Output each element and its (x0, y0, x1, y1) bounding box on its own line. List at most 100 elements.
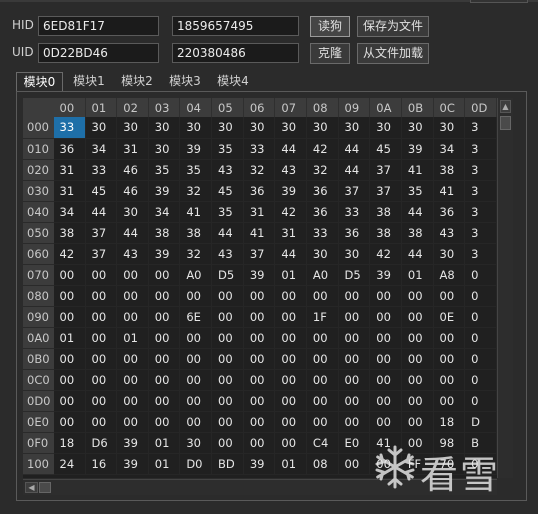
hex-cell[interactable]: 35 (401, 180, 434, 202)
hex-cell[interactable]: 00 (211, 432, 244, 454)
hex-cell[interactable]: 30 (274, 117, 307, 139)
hex-cell[interactable]: 00 (401, 327, 434, 349)
hex-cell[interactable]: 0 (464, 306, 497, 328)
hex-cell[interactable]: 30 (369, 117, 402, 139)
hex-cell[interactable]: 00 (243, 390, 276, 412)
hex-cell[interactable]: 00 (274, 348, 307, 370)
hex-cell[interactable]: 37 (85, 222, 118, 244)
hex-cell[interactable]: 00 (85, 390, 118, 412)
hex-cell[interactable]: 00 (179, 390, 213, 412)
hex-cell[interactable]: 00 (211, 369, 244, 391)
hex-cell[interactable]: 00 (338, 453, 371, 475)
hex-cell[interactable]: 00 (433, 348, 466, 370)
hex-cell[interactable]: 01 (274, 453, 307, 475)
hex-cell[interactable]: D0 (179, 453, 213, 475)
hex-cell[interactable]: 00 (369, 369, 402, 391)
hex-cell[interactable]: 01 (148, 432, 181, 454)
hex-cell[interactable]: 38 (369, 222, 402, 244)
hex-cell[interactable]: 37 (243, 243, 276, 265)
vertical-scroll-thumb[interactable] (500, 116, 511, 130)
hex-cell[interactable]: E0 (338, 432, 371, 454)
arrow-left-icon[interactable]: ◀ (25, 482, 38, 493)
hex-cell[interactable]: 41 (401, 159, 434, 181)
hex-cell[interactable]: 01 (148, 453, 181, 475)
hex-cell[interactable]: 00 (53, 264, 86, 286)
hex-cell[interactable]: 1F (306, 306, 339, 328)
hex-cell[interactable]: 18 (53, 432, 86, 454)
hex-cell[interactable]: 3 (464, 159, 497, 181)
hex-cell[interactable]: 00 (306, 411, 339, 433)
hex-cell[interactable]: 00 (211, 411, 244, 433)
read-dongle-button[interactable]: 读狗 (310, 16, 350, 37)
hex-cell[interactable]: 00 (401, 369, 434, 391)
hex-cell[interactable]: 00 (433, 369, 466, 391)
hex-cell[interactable]: 36 (338, 222, 371, 244)
hex-cell[interactable]: 3 (464, 117, 497, 139)
hex-cell[interactable]: 31 (116, 138, 149, 160)
hex-cell[interactable]: 34 (148, 201, 181, 223)
tab-module-2[interactable]: 模块2 (113, 72, 161, 92)
hex-cell[interactable]: 6E (179, 306, 213, 328)
hex-cell[interactable]: 00 (243, 327, 276, 349)
hex-cell[interactable]: 42 (274, 201, 307, 223)
hex-cell[interactable]: 00 (274, 432, 307, 454)
hex-cell[interactable]: 32 (179, 180, 213, 202)
window-top-button[interactable] (470, 0, 528, 3)
hex-cell[interactable]: 44 (338, 159, 371, 181)
hex-cell[interactable]: 38 (53, 222, 86, 244)
hex-cell[interactable]: 00 (338, 285, 371, 307)
hex-cell[interactable]: 00 (338, 390, 371, 412)
hex-cell[interactable]: 39 (243, 264, 276, 286)
hex-cell[interactable]: 00 (211, 306, 244, 328)
hex-cell[interactable]: 00 (243, 369, 276, 391)
tab-module-1[interactable]: 模块1 (65, 72, 113, 92)
hex-cell[interactable]: 3 (464, 222, 497, 244)
hex-cell[interactable]: D5 (338, 264, 371, 286)
hex-cell[interactable]: 36 (306, 180, 339, 202)
hex-cell[interactable]: 41 (433, 180, 466, 202)
hex-cell[interactable]: 00 (274, 327, 307, 349)
tab-module-0[interactable]: 模块0 (16, 72, 63, 92)
hex-cell[interactable]: 34 (53, 201, 86, 223)
hex-cell[interactable]: 43 (211, 159, 244, 181)
hex-cell[interactable]: 37 (338, 180, 371, 202)
hex-cell[interactable]: 30 (179, 432, 213, 454)
hex-cell[interactable]: 00 (211, 348, 244, 370)
hex-cell[interactable]: 00 (148, 411, 181, 433)
hex-cell[interactable]: 42 (369, 243, 402, 265)
hex-cell[interactable]: 30 (306, 243, 339, 265)
hex-cell[interactable]: 45 (85, 180, 118, 202)
hex-cell[interactable]: 33 (53, 117, 86, 139)
hex-cell[interactable]: 00 (433, 390, 466, 412)
hex-cell[interactable]: 01 (53, 327, 86, 349)
hex-cell[interactable]: 00 (401, 285, 434, 307)
hex-cell[interactable]: 00 (401, 411, 434, 433)
tab-module-4[interactable]: 模块4 (209, 72, 257, 92)
hex-cell[interactable]: 00 (148, 348, 181, 370)
hex-cell[interactable]: 08 (306, 453, 339, 475)
hex-cell[interactable]: 44 (274, 243, 307, 265)
save-to-file-button[interactable]: 保存为文件 (357, 16, 429, 37)
hex-cell[interactable]: 37 (369, 159, 402, 181)
hex-cell[interactable]: 00 (338, 348, 371, 370)
hid-field[interactable]: 6ED81F17 (38, 16, 159, 36)
hex-cell[interactable]: 3 (464, 138, 497, 160)
hex-cell[interactable]: 44 (338, 138, 371, 160)
hex-cell[interactable]: 3 (464, 243, 497, 265)
hex-cell[interactable]: A0 (179, 264, 213, 286)
hex-cell[interactable]: 00 (369, 306, 402, 328)
hex-cell[interactable]: 00 (306, 327, 339, 349)
hex-cell[interactable]: 01 (274, 264, 307, 286)
hex-cell[interactable]: 00 (306, 348, 339, 370)
hex-cell[interactable]: 00 (243, 285, 276, 307)
hex-cell[interactable]: 00 (274, 411, 307, 433)
hex-cell[interactable]: 43 (274, 159, 307, 181)
hex-cell[interactable]: 35 (211, 138, 244, 160)
hex-cell[interactable]: 18 (433, 411, 466, 433)
hex-cell[interactable]: 42 (53, 243, 86, 265)
hex-cell[interactable]: 00 (85, 327, 118, 349)
hex-cell[interactable]: 00 (369, 411, 402, 433)
hex-cell[interactable]: 00 (116, 369, 149, 391)
hex-cell[interactable]: 00 (306, 390, 339, 412)
hex-cell[interactable]: D6 (85, 432, 118, 454)
